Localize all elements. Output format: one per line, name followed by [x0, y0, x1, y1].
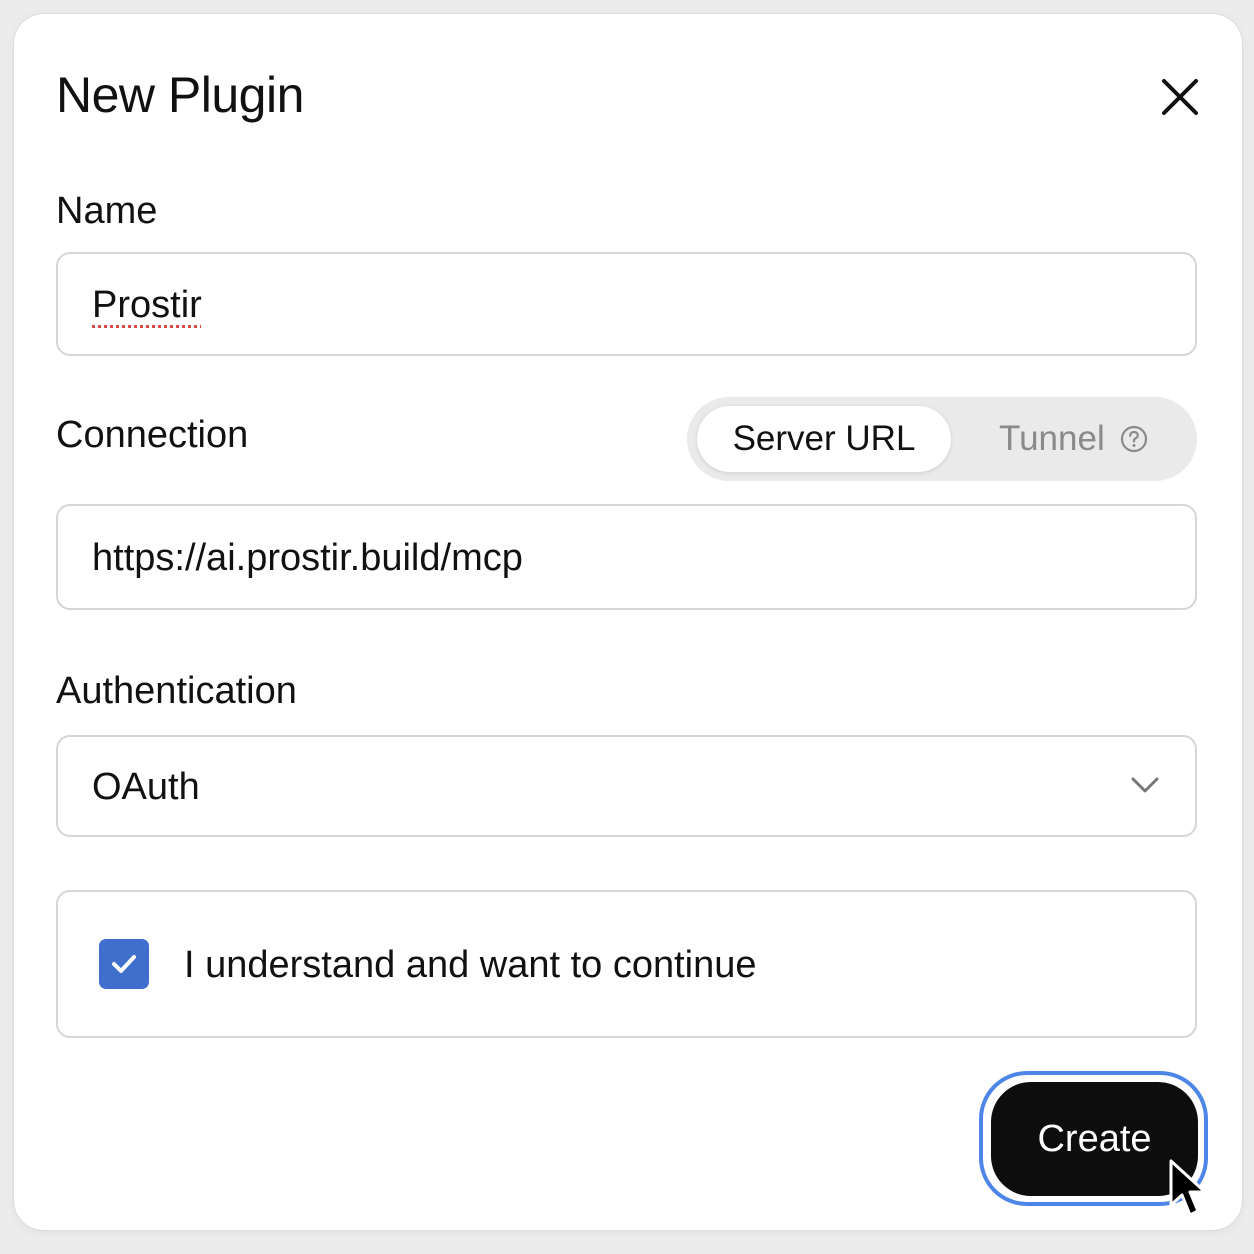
close-icon — [1162, 79, 1198, 115]
tab-tunnel-label: Tunnel — [999, 419, 1105, 458]
name-label: Name — [56, 190, 158, 232]
server-url-value: https://ai.prostir.build/mcp — [92, 537, 523, 579]
mouse-cursor-icon — [1169, 1159, 1207, 1217]
connection-label: Connection — [56, 414, 249, 456]
consent-label: I understand and want to continue — [184, 944, 757, 986]
server-url-input[interactable]: https://ai.prostir.build/mcp — [56, 504, 1197, 610]
dialog-title: New Plugin — [56, 67, 304, 123]
consent-box: I understand and want to continue — [56, 890, 1197, 1038]
help-circle-icon[interactable] — [1119, 424, 1149, 454]
tab-server-url[interactable]: Server URL — [697, 406, 951, 472]
authentication-label: Authentication — [56, 670, 297, 712]
authentication-select[interactable]: OAuth — [56, 735, 1197, 837]
chevron-down-icon — [1131, 777, 1159, 793]
new-plugin-dialog: New Plugin Name Prostir Connection Serve… — [14, 14, 1242, 1230]
consent-checkbox[interactable] — [99, 939, 149, 989]
connection-type-toggle: Server URL Tunnel — [687, 397, 1197, 481]
close-button[interactable] — [1157, 74, 1203, 120]
name-input[interactable]: Prostir — [56, 252, 1197, 356]
checkmark-icon — [112, 955, 136, 973]
name-input-value: Prostir — [92, 284, 202, 326]
tab-tunnel[interactable]: Tunnel — [999, 406, 1149, 472]
create-button[interactable]: Create — [991, 1082, 1198, 1196]
authentication-selected-value: OAuth — [92, 766, 200, 808]
